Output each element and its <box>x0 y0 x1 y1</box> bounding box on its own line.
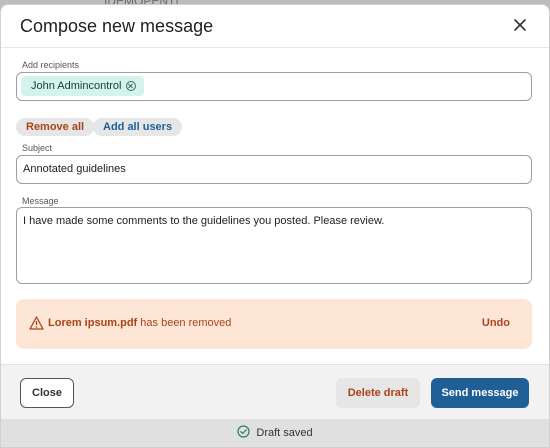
dialog-title: Compose new message <box>20 16 214 36</box>
alert-filename: Lorem ipsum.pdf <box>48 317 138 329</box>
subject-value: Annotated guidelines <box>23 163 126 175</box>
recipients-input[interactable]: John Admincontrol <box>16 72 532 101</box>
subject-label: Subject <box>22 143 53 153</box>
delete-draft-button[interactable]: Delete draft <box>336 378 420 408</box>
recipient-chip: John Admincontrol <box>21 76 144 96</box>
dialog-footer: Close Delete draft Send message <box>1 364 549 420</box>
message-value: I have made some comments to the guideli… <box>23 215 385 227</box>
alert-text: has been removed <box>137 317 232 329</box>
dialog-header: Compose new message <box>1 5 549 48</box>
compose-dialog: Compose new message Add recipients John … <box>0 4 550 448</box>
close-button[interactable]: Close <box>20 378 74 408</box>
remove-recipient-icon[interactable] <box>125 81 136 91</box>
remove-all-button[interactable]: Remove all <box>16 118 95 136</box>
close-icon[interactable] <box>509 14 531 36</box>
warning-icon <box>29 316 44 335</box>
check-circle-icon <box>237 425 250 441</box>
file-removed-alert: Lorem ipsum.pdf has been removed Undo <box>16 299 532 349</box>
subject-field[interactable]: Annotated guidelines <box>16 155 532 184</box>
undo-button[interactable]: Undo <box>482 317 510 329</box>
message-label: Message <box>22 196 59 206</box>
alert-message: Lorem ipsum.pdf has been removed <box>48 317 231 329</box>
recipient-chip-label: John Admincontrol <box>31 80 122 92</box>
send-message-button[interactable]: Send message <box>431 378 529 408</box>
draft-status-text: Draft saved <box>256 427 313 439</box>
message-field[interactable]: I have made some comments to the guideli… <box>16 207 532 284</box>
recipients-label: Add recipients <box>22 60 80 70</box>
draft-status-bar: Draft saved <box>1 419 549 447</box>
add-all-users-button[interactable]: Add all users <box>93 118 183 136</box>
